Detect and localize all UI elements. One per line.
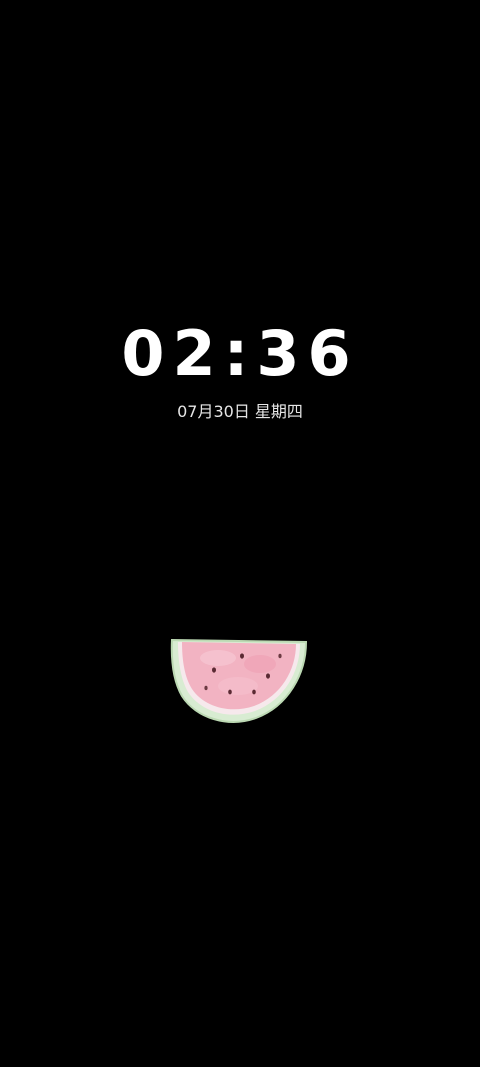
watermelon-slice-icon: [170, 638, 308, 723]
date-label: 07月30日 星期四: [177, 402, 303, 421]
always-on-display: 02:36 07月30日 星期四: [0, 0, 480, 1067]
clock-time: 02:36: [121, 317, 359, 390]
